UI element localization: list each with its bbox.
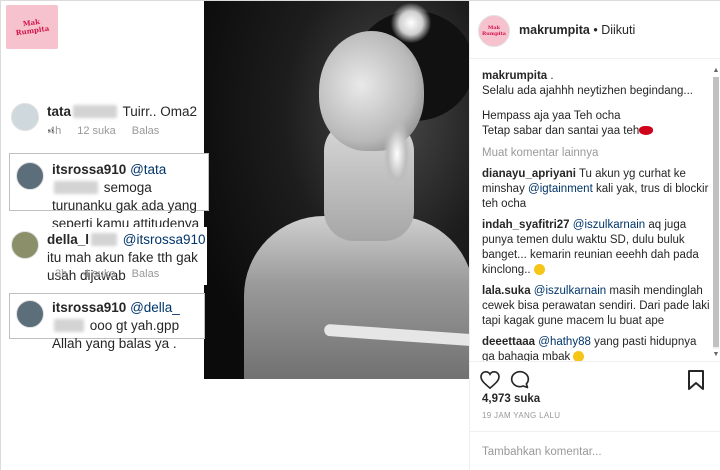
list-item: dianayu_apriyani Tu akun yg curhat ke mi… [482, 168, 709, 210]
comments-list[interactable]: makrumpita . Selalu ada ajahhh neytizhen… [470, 59, 720, 361]
comment-likes: 4 suka [83, 268, 116, 280]
smile-emoji-icon [533, 264, 545, 275]
screenshot-comment-card: itsrossa910 @della_ ooo gt yah.gpp Allah… [9, 293, 205, 351]
save-button[interactable] [684, 368, 708, 392]
comment-icon [510, 370, 530, 389]
screenshot-comment-card: della_l @itsrossa910 itu mah akun fake t… [7, 227, 207, 285]
scroll-down-arrow[interactable]: ▼ [712, 351, 720, 359]
commenter-name: della_l [47, 232, 90, 247]
caption-username[interactable]: makrumpita [482, 70, 547, 82]
screenshot-comment-card: tata Tuirr.. Oma2 ,, 4h 12 suka Balas [7, 91, 203, 146]
mention[interactable]: @iszulkarnain [534, 285, 606, 297]
post-timestamp: 19 JAM YANG LALU [482, 411, 561, 420]
mention: @della_ [130, 300, 180, 315]
comment-likes: 12 suka [77, 125, 116, 137]
mention: @tata [130, 162, 167, 177]
lips-emoji-icon [639, 126, 654, 135]
commenter-name: itsrossa910 [52, 300, 127, 315]
list-item: deeettaaa @hathy88 yang pasti hidupnya g… [482, 336, 697, 361]
mention[interactable]: @igtainment [528, 183, 593, 195]
caption-suffix: . [547, 70, 554, 82]
avatar [11, 231, 39, 259]
caption-line: Tetap sabar dan santai yaa teh [482, 124, 710, 139]
laugh-emoji-icon [573, 351, 585, 361]
like-button[interactable] [478, 368, 502, 392]
caption-line: Selalu ada ajahhh neytizhen begindang... [482, 85, 694, 97]
scrollbar-thumb[interactable] [713, 77, 719, 347]
list-item: indah_syafitri27 @iszulkarnain aq juga p… [482, 219, 699, 276]
add-comment-bar [470, 431, 720, 470]
avatar-text: Mak Rumpita [481, 25, 507, 37]
caption-line [482, 99, 710, 109]
comments-scrollbar[interactable]: ▲ ▼ [712, 67, 720, 359]
scroll-up-arrow[interactable]: ▲ [712, 67, 720, 75]
comment-username[interactable]: deeettaaa [482, 336, 535, 348]
comment-button[interactable] [508, 368, 532, 392]
comment-username[interactable]: dianayu_apriyani [482, 168, 576, 180]
mention[interactable]: @iszulkarnain [573, 219, 645, 231]
reply-link: Balas [131, 268, 160, 280]
comment-age: 4h [49, 125, 62, 137]
post-photo [204, 1, 469, 379]
caption-header: makrumpita . [482, 69, 710, 84]
mention: @itsrossa910 [122, 232, 206, 247]
caption-line-text: Tetap sabar dan santai yaa teh [482, 125, 640, 137]
follow-status[interactable]: Diikuti [601, 23, 635, 37]
avatar[interactable]: Mak Rumpita [478, 15, 510, 47]
load-more-comments[interactable]: Muat komentar lainnya [482, 147, 710, 159]
blurred-name [73, 105, 118, 118]
watermark-logo-text: Mak Rumpita [15, 16, 50, 38]
avatar [16, 300, 44, 328]
post-side-panel: Mak Rumpita makrumpita • Diikuti makrump… [469, 1, 720, 470]
blurred-name [54, 319, 84, 332]
mention[interactable]: @hathy88 [538, 336, 591, 348]
avatar [11, 103, 39, 131]
post-image-collage: Mak Rumpita tata Tuirr.. Oma2 ,, 4h 12 su… [1, 1, 469, 470]
header-username[interactable]: makrumpita [519, 23, 590, 37]
caption-line: Hempass aja yaa Teh ocha [482, 110, 621, 122]
post-header: Mak Rumpita makrumpita • Diikuti [470, 1, 720, 59]
header-separator: • [589, 23, 602, 37]
comment-username[interactable]: indah_syafitri27 [482, 219, 570, 231]
commenter-name: itsrossa910 [52, 162, 127, 177]
likes-count[interactable]: 4,973 suka [482, 393, 540, 405]
add-comment-input[interactable] [482, 443, 708, 461]
watermark-logo: Mak Rumpita [6, 5, 58, 49]
blurred-name [91, 233, 118, 246]
instagram-post: Mak Rumpita tata Tuirr.. Oma2 ,, 4h 12 su… [0, 0, 720, 470]
bookmark-icon [688, 370, 704, 390]
screenshot-comment-card: itsrossa910 @tata semoga turunanku gak a… [9, 153, 209, 249]
blurred-name [54, 181, 98, 194]
commenter-name: tata [47, 104, 72, 119]
heart-icon [480, 371, 500, 389]
comment-age: 3h [55, 268, 68, 280]
avatar [16, 162, 44, 190]
list-item: lala.suka @iszulkarnain masih mendinglah… [482, 285, 710, 327]
comment-username[interactable]: lala.suka [482, 285, 531, 297]
post-actions [470, 361, 720, 397]
reply-link: Balas [131, 125, 160, 137]
